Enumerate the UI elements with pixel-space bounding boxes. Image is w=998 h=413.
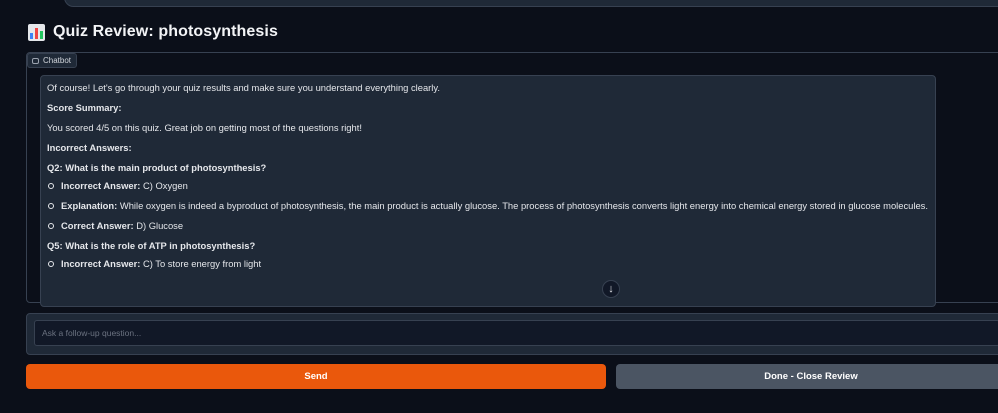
list-item: Incorrect Answer: C) To store energy fro… [47,258,929,270]
bar-chart-icon [28,23,45,41]
scroll-to-bottom-button[interactable]: ↓ [602,280,620,298]
item-label: Correct Answer: [61,220,134,231]
question-answer-list: Incorrect Answer: C) To store energy fro… [47,258,929,270]
question-answer-list: Incorrect Answer: C) Oxygen Explanation:… [47,180,929,232]
send-button[interactable]: Send [26,364,606,389]
item-text: C) To store energy from light [140,258,262,269]
followup-question-input[interactable] [34,320,998,346]
item-text: While oxygen is indeed a byproduct of ph… [117,200,928,211]
question-heading: Q5: What is the role of ATP in photosynt… [47,240,256,251]
item-text: C) Oxygen [140,180,188,191]
item-label: Explanation: [61,200,118,211]
list-item: Explanation: While oxygen is indeed a by… [47,200,929,212]
message-intro: Of course! Let's go through your quiz re… [47,82,440,93]
question-heading: Q2: What is the main product of photosyn… [47,162,267,173]
chatbot-label-text: Chatbot [43,56,72,65]
top-bar [0,0,998,12]
top-bar-pill [64,0,998,7]
assistant-message: Of course! Let's go through your quiz re… [40,75,936,307]
score-text: You scored 4/5 on this quiz. Great job o… [47,122,362,133]
chat-bubble-icon [32,57,39,64]
done-close-review-button[interactable]: Done - Close Review [616,364,998,389]
page-header: Quiz Review: photosynthesis [28,20,278,44]
arrow-down-icon: ↓ [608,283,614,295]
list-item: Incorrect Answer: C) Oxygen [47,180,929,192]
item-label: Incorrect Answer: [61,180,141,191]
chatbot-label: Chatbot [27,53,78,68]
page-title: Quiz Review: photosynthesis [53,23,278,40]
incorrect-heading: Incorrect Answers: [47,142,132,153]
list-item: Correct Answer: D) Glucose [47,220,929,232]
item-label: Incorrect Answer: [61,258,141,269]
item-text: D) Glucose [133,220,184,231]
score-heading: Score Summary: [47,102,122,113]
